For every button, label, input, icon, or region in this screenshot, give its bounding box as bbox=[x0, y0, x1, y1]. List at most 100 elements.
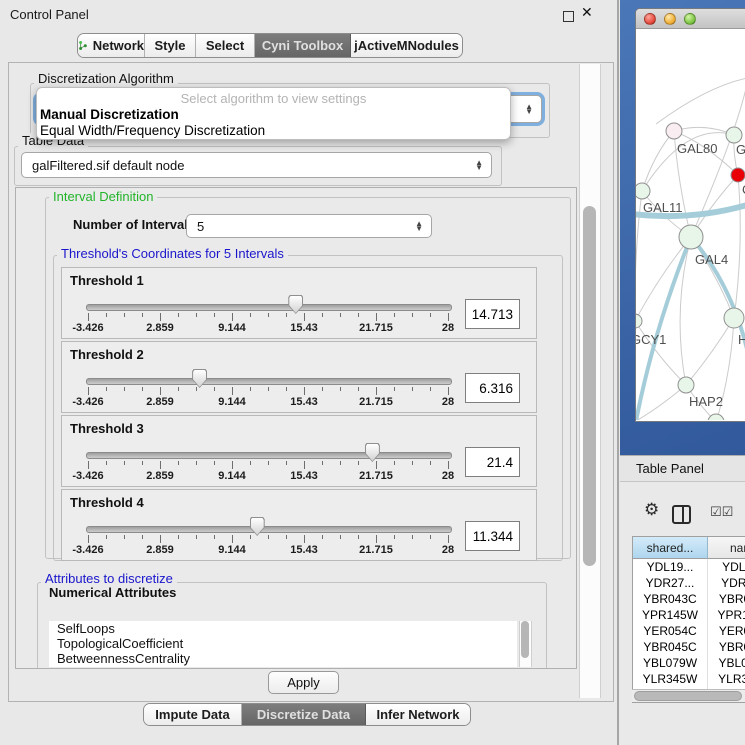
tab-impute-data[interactable]: Impute Data bbox=[144, 704, 242, 725]
slider-tick bbox=[250, 535, 251, 539]
tab-network[interactable]: Network bbox=[78, 34, 145, 57]
table-row[interactable]: YLR345WYLR345W bbox=[633, 671, 745, 687]
list-item[interactable]: SelfLoops bbox=[49, 621, 517, 636]
slider-thumb[interactable] bbox=[250, 517, 265, 536]
threshold-label: Threshold 1 bbox=[70, 273, 144, 288]
zoom-traffic-light-icon[interactable] bbox=[684, 13, 696, 25]
tab-cyni-toolbox[interactable]: Cyni Toolbox bbox=[255, 34, 351, 57]
slider-tick-label: -3.426 bbox=[72, 470, 103, 482]
tab-discretize-data[interactable]: Discretize Data bbox=[242, 704, 366, 725]
cell-name: YBR045C bbox=[708, 639, 745, 655]
slider-thumb[interactable] bbox=[365, 443, 380, 462]
slider-tick bbox=[214, 387, 215, 391]
column-header-name[interactable]: name bbox=[708, 537, 745, 559]
apply-button[interactable]: Apply bbox=[268, 671, 339, 694]
table-row[interactable]: YBR043CYBR043C bbox=[633, 591, 745, 607]
network-edge[interactable] bbox=[642, 131, 674, 191]
slider-tick-label: 28 bbox=[442, 470, 454, 482]
dropdown-option-equal-width[interactable]: Equal Width/Frequency Discretization bbox=[37, 123, 510, 139]
slider-thumb[interactable] bbox=[192, 369, 207, 388]
table-horizontal-scrollbar-thumb[interactable] bbox=[634, 691, 742, 701]
network-node[interactable] bbox=[636, 314, 642, 328]
network-node[interactable] bbox=[636, 183, 650, 199]
slider-tick-label: 28 bbox=[442, 322, 454, 334]
close-icon[interactable]: ✕ bbox=[581, 4, 593, 21]
slider-track[interactable] bbox=[86, 452, 452, 459]
float-window-icon[interactable] bbox=[563, 11, 574, 22]
table-row[interactable]: YBR045CYBR045C bbox=[633, 639, 745, 655]
network-edge[interactable] bbox=[674, 127, 734, 135]
node-table-header: shared... name bbox=[633, 537, 745, 559]
threshold-value-field[interactable]: 14.713 bbox=[465, 299, 520, 329]
network-node[interactable] bbox=[724, 308, 744, 328]
threshold-value-field[interactable]: 11.344 bbox=[465, 521, 520, 551]
table-data-combo[interactable]: galFiltered.sif default node ▲▼ bbox=[21, 152, 492, 178]
numerical-attributes-list[interactable]: SelfLoopsTopologicalCoefficientBetweenne… bbox=[49, 621, 517, 667]
slider-tick-label: 21.715 bbox=[359, 544, 393, 556]
network-edge[interactable] bbox=[656, 78, 745, 124]
slider-track[interactable] bbox=[86, 526, 452, 533]
network-node[interactable] bbox=[679, 225, 703, 249]
cell-name: YER054C bbox=[708, 623, 745, 639]
slider-tick bbox=[142, 387, 143, 391]
slider-track[interactable] bbox=[86, 304, 452, 311]
network-edge[interactable] bbox=[734, 175, 740, 318]
network-edge[interactable] bbox=[691, 237, 734, 318]
slider-thumb[interactable] bbox=[288, 295, 303, 314]
network-node[interactable] bbox=[708, 414, 724, 420]
slider-tick bbox=[304, 461, 305, 469]
network-edge[interactable] bbox=[686, 318, 734, 385]
slider-tick bbox=[160, 313, 161, 321]
table-row[interactable]: YDR27...YDR27... bbox=[633, 575, 745, 591]
slider-tick bbox=[358, 535, 359, 539]
attributes-list-scrollbar[interactable] bbox=[519, 621, 532, 667]
table-row[interactable]: YBL079WYBL079W bbox=[633, 655, 745, 671]
gear-icon[interactable]: ⚙ bbox=[644, 500, 659, 520]
tab-style[interactable]: Style bbox=[145, 34, 196, 57]
slider-tick bbox=[430, 461, 431, 465]
slider-track[interactable] bbox=[86, 378, 452, 385]
network-node[interactable] bbox=[731, 168, 745, 182]
slider-tick bbox=[430, 313, 431, 317]
column-header-shared-name[interactable]: shared... bbox=[633, 537, 708, 559]
network-edge[interactable] bbox=[636, 191, 642, 321]
slider-tick-label: 2.859 bbox=[146, 544, 174, 556]
tab-infer-network-label: Infer Network bbox=[376, 707, 459, 722]
slider-tick-label: 21.715 bbox=[359, 470, 393, 482]
tab-jactivemnodules[interactable]: jActiveMNodules bbox=[351, 34, 462, 57]
slider-tick bbox=[286, 313, 287, 317]
network-node[interactable] bbox=[666, 123, 682, 139]
network-canvas[interactable]: GAL80GACGAL11GAL4GCY1HHAP2 bbox=[636, 29, 745, 420]
slider-tick bbox=[160, 535, 161, 543]
threshold-value-field[interactable]: 6.316 bbox=[465, 373, 520, 403]
close-traffic-light-icon[interactable] bbox=[644, 13, 656, 25]
threshold-panel: Threshold 4-3.4262.8599.14415.4321.71528… bbox=[61, 489, 537, 561]
network-edge[interactable] bbox=[636, 321, 686, 385]
slider-tick bbox=[106, 313, 107, 317]
tab-select[interactable]: Select bbox=[196, 34, 255, 57]
minimize-traffic-light-icon[interactable] bbox=[664, 13, 676, 25]
columns-icon[interactable] bbox=[672, 505, 691, 524]
slider-tick bbox=[430, 387, 431, 391]
tab-infer-network[interactable]: Infer Network bbox=[366, 704, 470, 725]
attributes-list-scrollbar-thumb[interactable] bbox=[521, 621, 529, 658]
threshold-value-field[interactable]: 21.4 bbox=[465, 447, 520, 477]
slider-tick-label: 15.43 bbox=[290, 396, 318, 408]
network-node[interactable] bbox=[678, 377, 694, 393]
table-row[interactable]: YDL19...YDL19... bbox=[633, 559, 745, 575]
network-window-titlebar bbox=[636, 9, 745, 29]
content-scrollbar[interactable] bbox=[579, 64, 601, 698]
content-scrollbar-thumb[interactable] bbox=[583, 206, 596, 566]
dropdown-option-manual[interactable]: Manual Discretization bbox=[37, 107, 510, 123]
network-window: GAL80GACGAL11GAL4GCY1HHAP2 bbox=[635, 8, 745, 422]
network-node[interactable] bbox=[726, 127, 742, 143]
slider-tick bbox=[106, 461, 107, 465]
table-row[interactable]: YPR145WYPR145W bbox=[633, 607, 745, 623]
table-horizontal-scrollbar[interactable] bbox=[632, 689, 745, 702]
list-item[interactable]: BetweennessCentrality bbox=[49, 651, 517, 666]
checkboxes-icon[interactable]: ☑☑ bbox=[710, 504, 733, 520]
table-row[interactable]: YER054CYER054C bbox=[633, 623, 745, 639]
node-table: shared... name YDL19...YDL19...YDR27...Y… bbox=[632, 536, 745, 703]
slider-tick-label: 15.43 bbox=[290, 544, 318, 556]
list-item[interactable]: TopologicalCoefficient bbox=[49, 636, 517, 651]
